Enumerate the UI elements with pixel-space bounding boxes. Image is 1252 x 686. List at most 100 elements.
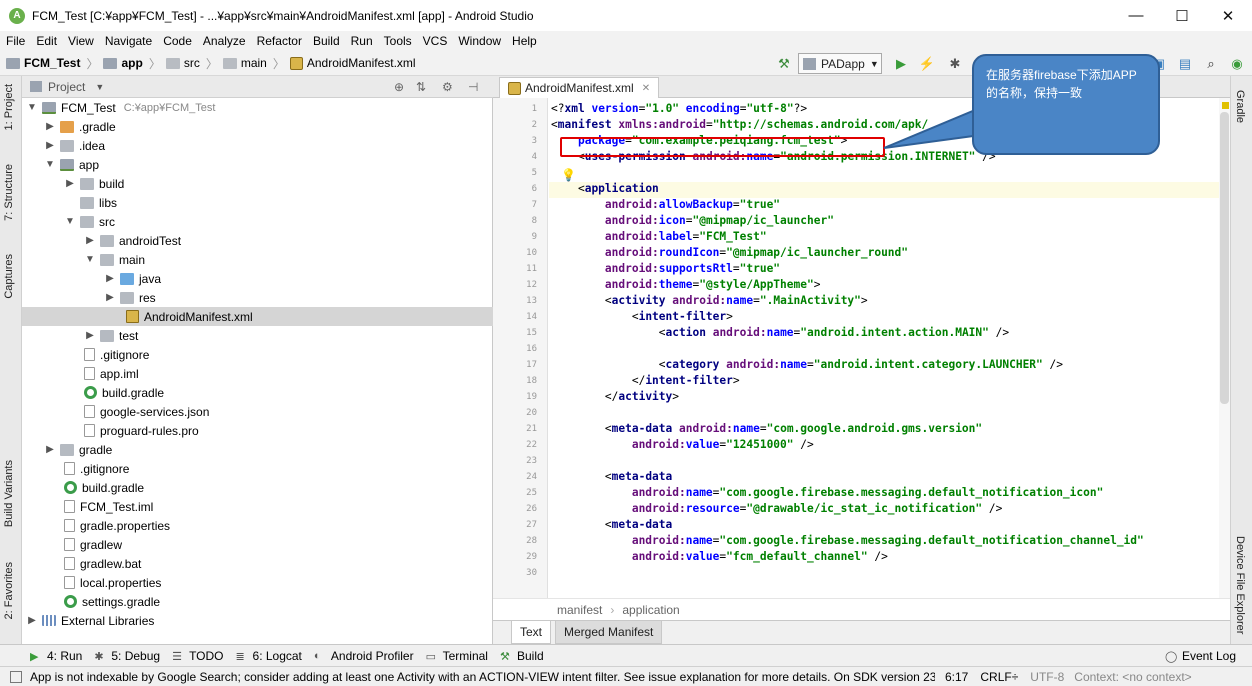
device-file-explorer-tab[interactable]: Device File Explorer: [1234, 536, 1246, 634]
tree-item-app-iml[interactable]: app.iml: [22, 364, 493, 383]
tree-item-google-services[interactable]: google-services.json: [22, 402, 493, 421]
tree-item-androidmanifest[interactable]: AndroidManifest.xml: [22, 307, 493, 326]
status-message[interactable]: App is not indexable by Google Search; c…: [30, 670, 935, 684]
menu-view[interactable]: View: [62, 34, 99, 48]
menu-vcs[interactable]: VCS: [417, 34, 453, 48]
tree-item-test[interactable]: ▶ test: [22, 326, 493, 345]
nav-crumb-main[interactable]: main 〉: [222, 55, 290, 72]
editor-scrollbar[interactable]: [1219, 98, 1230, 598]
hide-icon[interactable]: ⊣: [468, 80, 478, 94]
menu-tools[interactable]: Tools: [378, 34, 417, 48]
file-icon: [64, 557, 75, 570]
toggle-toolwindows-icon[interactable]: [10, 670, 22, 683]
debug-tool-button[interactable]: ✱ 5: Debug: [94, 649, 160, 663]
favorites-tool-tab[interactable]: 2: Favorites: [3, 562, 15, 619]
file-icon: [64, 500, 75, 513]
breadcrumb-manifest[interactable]: manifest: [557, 603, 602, 617]
collapse-icon[interactable]: ⇅: [416, 80, 426, 94]
menu-refactor[interactable]: Refactor: [251, 34, 307, 48]
project-tool-tab[interactable]: 1: Project: [3, 84, 15, 130]
build-variants-tool-tab[interactable]: Build Variants: [3, 460, 15, 527]
lightbulb-icon[interactable]: 💡: [561, 168, 576, 182]
tab-androidmanifest[interactable]: AndroidManifest.xml ✕: [499, 77, 660, 98]
tree-item-libs[interactable]: libs: [22, 193, 493, 212]
run-icon[interactable]: ▶: [890, 51, 912, 76]
caret-position[interactable]: 6:17: [945, 670, 968, 684]
tree-item-build-gradle[interactable]: build.gradle: [22, 478, 493, 497]
apply-changes-icon[interactable]: ⚡: [916, 51, 938, 76]
tree-item-java[interactable]: ▶ java: [22, 269, 493, 288]
run-config-select[interactable]: PADapp ▼: [798, 53, 882, 74]
tree-item-gradle-dir[interactable]: ▶ .gradle: [22, 117, 493, 136]
tree-item-res[interactable]: ▶ res: [22, 288, 493, 307]
tree-item-gradle-properties[interactable]: gradle.properties: [22, 516, 493, 535]
tree-item-build[interactable]: ▶ build: [22, 174, 493, 193]
event-log-button[interactable]: ◯ Event Log: [1165, 649, 1236, 663]
tree-item-gradle[interactable]: ▶ gradle: [22, 440, 493, 459]
close-icon[interactable]: ✕: [642, 83, 650, 94]
hammer-icon[interactable]: ⚒: [773, 51, 795, 76]
project-view-select[interactable]: Project: [48, 80, 85, 94]
tree-item-app-gitignore[interactable]: .gitignore: [22, 345, 493, 364]
nav-crumb-manifest[interactable]: AndroidManifest.xml: [289, 56, 416, 70]
chevron-down-icon[interactable]: ▼: [95, 82, 104, 92]
gradle-tool-tab[interactable]: Gradle: [1234, 90, 1246, 123]
tree-item-proguard[interactable]: proguard-rules.pro: [22, 421, 493, 440]
tree-item-local-properties[interactable]: local.properties: [22, 573, 493, 592]
device-manager-icon[interactable]: ▤: [1174, 51, 1196, 76]
line-number: 11: [526, 264, 537, 274]
menu-code[interactable]: Code: [157, 34, 197, 48]
tree-item-main[interactable]: ▼ main: [22, 250, 493, 269]
logcat-tool-button[interactable]: ≣ 6: Logcat: [236, 649, 302, 663]
terminal-tool-button[interactable]: ▭ Terminal: [426, 649, 488, 663]
profiler-tool-button[interactable]: ◐ Android Profiler: [314, 649, 414, 663]
nav-crumb-app[interactable]: app 〉: [103, 55, 165, 72]
nav-crumb-src[interactable]: src 〉: [165, 55, 223, 72]
tree-item-settings-gradle[interactable]: settings.gradle: [22, 592, 493, 611]
menu-file[interactable]: File: [0, 34, 30, 48]
code-line: android:label="FCM_Test": [604, 230, 767, 243]
gear-icon[interactable]: ⚙: [442, 80, 453, 94]
scroll-thumb[interactable]: [1220, 112, 1229, 404]
tree-item-fcm-test[interactable]: ▼ FCM_Test C:¥app¥FCM_Test: [22, 98, 493, 117]
tab-merged-manifest[interactable]: Merged Manifest: [555, 621, 663, 644]
tree-item-gradlew[interactable]: gradlew: [22, 535, 493, 554]
menu-edit[interactable]: Edit: [30, 34, 62, 48]
breadcrumb-application[interactable]: application: [622, 603, 679, 617]
menu-window[interactable]: Window: [452, 34, 506, 48]
todo-tool-button[interactable]: ☰ TODO: [172, 649, 223, 663]
menu-help[interactable]: Help: [506, 34, 542, 48]
xml-file-icon: [508, 81, 521, 95]
menu-run[interactable]: Run: [345, 34, 378, 48]
close-button[interactable]: ✕: [1205, 0, 1251, 31]
menu-navigate[interactable]: Navigate: [99, 34, 157, 48]
tree-item-fcm-test-iml[interactable]: FCM_Test.iml: [22, 497, 493, 516]
tree-item-external-libraries[interactable]: ▶ External Libraries: [22, 611, 493, 630]
debug-icon[interactable]: ✱: [944, 51, 966, 76]
maximize-button[interactable]: ☐: [1159, 0, 1205, 31]
tree-item-androidtest[interactable]: ▶ androidTest: [22, 231, 493, 250]
line-number: 9: [531, 232, 537, 242]
menu-build[interactable]: Build: [307, 34, 345, 48]
captures-tool-tab[interactable]: Captures: [3, 254, 15, 299]
run-tool-button[interactable]: ▶ 4: Run: [30, 649, 82, 663]
analysis-status-icon: [1222, 102, 1229, 109]
menu-analyze[interactable]: Analyze: [197, 34, 251, 48]
tree-item-app-build-gradle[interactable]: build.gradle: [22, 383, 493, 402]
nav-crumb-project[interactable]: FCM_Test 〉: [6, 55, 103, 72]
structure-tool-tab[interactable]: 7: Structure: [3, 164, 15, 221]
tree-item-idea[interactable]: ▶ .idea: [22, 136, 493, 155]
tree-item-gradlew-bat[interactable]: gradlew.bat: [22, 554, 493, 573]
line-separator[interactable]: CRLF÷: [980, 670, 1018, 684]
event-log-icon: ◯: [1164, 650, 1178, 663]
tree-item-app[interactable]: ▼ app: [22, 155, 493, 174]
tree-item-src[interactable]: ▼ src: [22, 212, 493, 231]
sync-icon[interactable]: ⊕: [394, 80, 404, 94]
file-encoding[interactable]: UTF-8: [1030, 670, 1064, 684]
android-icon[interactable]: ◉: [1226, 51, 1248, 76]
tab-text[interactable]: Text: [511, 621, 552, 644]
search-icon[interactable]: ⌕: [1200, 51, 1222, 76]
tree-item-gitignore[interactable]: .gitignore: [22, 459, 493, 478]
build-tool-button[interactable]: ⚒ Build: [500, 649, 544, 663]
minimize-button[interactable]: —: [1113, 0, 1159, 31]
